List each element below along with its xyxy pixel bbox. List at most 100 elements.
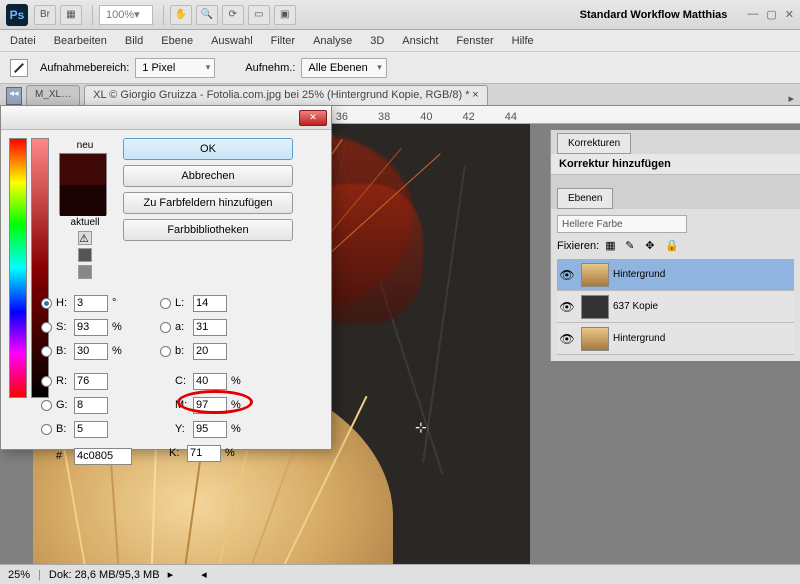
zoom-level[interactable]: 25% xyxy=(8,569,30,581)
sample-layers-label: Aufnehm.: xyxy=(245,62,295,74)
br-input[interactable] xyxy=(74,343,108,360)
minibridge-button[interactable]: ▦ xyxy=(60,5,82,25)
tab-layers[interactable]: Ebenen xyxy=(557,188,613,209)
rotate-view-button[interactable]: ⟳ xyxy=(222,5,244,25)
document-tab-2[interactable]: XL © Giorgio Gruizza - Fotolia.com.jpg b… xyxy=(84,85,488,105)
radio-s[interactable] xyxy=(41,322,52,333)
tab-close-icon[interactable]: × xyxy=(472,89,478,101)
add-swatch-button[interactable]: Zu Farbfeldern hinzufügen xyxy=(123,192,293,214)
hex-label: # xyxy=(56,450,74,462)
sample-size-label: Aufnahmebereich: xyxy=(40,62,129,74)
layers-panel: Fixieren: ▦ ✎ ✥ 🔒 👁 Hintergrund 👁 637 Ko… xyxy=(551,209,800,361)
visibility-icon[interactable]: 👁 xyxy=(557,300,577,314)
options-bar: Aufnahmebereich: 1 Pixel Aufnehm.: Alle … xyxy=(0,52,800,84)
visibility-icon[interactable]: 👁 xyxy=(557,332,577,346)
menu-help[interactable]: Hilfe xyxy=(512,35,534,47)
b-rgb-input[interactable] xyxy=(74,421,108,438)
layer-thumbnail[interactable] xyxy=(581,295,609,319)
layer-row-1[interactable]: 👁 Hintergrund xyxy=(557,259,794,291)
current-color-swatch xyxy=(60,185,106,216)
menu-edit[interactable]: Bearbeiten xyxy=(54,35,107,47)
radio-l[interactable] xyxy=(160,298,171,309)
lock-pixels-icon[interactable]: ✎ xyxy=(625,239,639,253)
blend-mode-dropdown[interactable] xyxy=(557,215,687,233)
hex-input[interactable] xyxy=(74,448,132,465)
eyedropper-icon[interactable] xyxy=(10,59,28,77)
status-menu-icon[interactable]: ▸ xyxy=(168,568,174,581)
lock-transparent-icon[interactable]: ▦ xyxy=(605,239,619,253)
layer-row-3[interactable]: 👁 Hintergrund xyxy=(557,323,794,355)
cube-icon[interactable] xyxy=(78,248,92,262)
layer-row-2[interactable]: 👁 637 Kopie xyxy=(557,291,794,323)
menu-file[interactable]: Datei xyxy=(10,35,36,47)
menu-bar: Datei Bearbeiten Bild Ebene Auswahl Filt… xyxy=(0,30,800,52)
layer-thumbnail[interactable] xyxy=(581,327,609,351)
lock-label: Fixieren: xyxy=(557,240,599,252)
g-input[interactable] xyxy=(74,397,108,414)
radio-r[interactable] xyxy=(41,376,52,387)
y-input[interactable] xyxy=(193,421,227,438)
menu-select[interactable]: Auswahl xyxy=(211,35,253,47)
warning-icon[interactable]: ⚠ xyxy=(78,231,92,245)
radio-g[interactable] xyxy=(41,400,52,411)
menu-3d[interactable]: 3D xyxy=(370,35,384,47)
cancel-button[interactable]: Abbrechen xyxy=(123,165,293,187)
adjustments-title: Korrektur hinzufügen xyxy=(551,154,800,175)
status-bar: 25% | Dok: 28,6 MB/95,3 MB ▸ ◂ xyxy=(0,564,800,584)
right-panels: Korrekturen Korrektur hinzufügen Ebenen … xyxy=(550,130,800,361)
workspace-title[interactable]: Standard Workflow Matthias xyxy=(580,9,728,21)
document-size[interactable]: Dok: 28,6 MB/95,3 MB xyxy=(49,569,160,581)
s-input[interactable] xyxy=(74,319,108,336)
menu-window[interactable]: Fenster xyxy=(456,35,493,47)
radio-b-lab[interactable] xyxy=(160,346,171,357)
a-input[interactable] xyxy=(193,319,227,336)
menu-view[interactable]: Ansicht xyxy=(402,35,438,47)
radio-br[interactable] xyxy=(41,346,52,357)
menu-analysis[interactable]: Analyse xyxy=(313,35,352,47)
menu-layer[interactable]: Ebene xyxy=(161,35,193,47)
zoom-selector[interactable]: 100% ▾ xyxy=(99,5,153,25)
current-color-label: aktuell xyxy=(59,217,111,228)
layer-thumbnail[interactable] xyxy=(581,263,609,287)
sample-size-dropdown[interactable]: 1 Pixel xyxy=(135,58,215,78)
b-lab-input[interactable] xyxy=(193,343,227,360)
h-input[interactable] xyxy=(74,295,108,312)
l-input[interactable] xyxy=(193,295,227,312)
photoshop-icon: Ps xyxy=(6,4,28,26)
zoom-tool-button[interactable]: 🔍 xyxy=(196,5,218,25)
hand-tool-button[interactable]: ✋ xyxy=(170,5,192,25)
bridge-button[interactable]: Br xyxy=(34,5,56,25)
radio-h[interactable] xyxy=(41,298,52,309)
menu-filter[interactable]: Filter xyxy=(271,35,295,47)
color-swatch[interactable] xyxy=(59,153,107,215)
maximize-icon[interactable]: ▢ xyxy=(766,8,776,21)
hue-slider[interactable] xyxy=(9,138,27,398)
scroll-left-icon[interactable]: ◂ xyxy=(201,568,207,581)
c-input[interactable] xyxy=(193,373,227,390)
document-tabs: ◂◂ M_XL… XL © Giorgio Gruizza - Fotolia.… xyxy=(0,84,800,106)
minimize-icon[interactable]: — xyxy=(747,8,758,21)
sample-layers-dropdown[interactable]: Alle Ebenen xyxy=(301,58,386,78)
visibility-icon[interactable]: 👁 xyxy=(557,268,577,282)
lock-all-icon[interactable]: 🔒 xyxy=(665,239,679,253)
lock-position-icon[interactable]: ✥ xyxy=(645,239,659,253)
panel-collapse-icon[interactable]: ◂◂ xyxy=(6,87,22,105)
dialog-close-button[interactable]: ✕ xyxy=(299,110,327,126)
document-tab-1[interactable]: M_XL… xyxy=(26,85,80,105)
radio-a[interactable] xyxy=(160,322,171,333)
r-input[interactable] xyxy=(74,373,108,390)
ok-button[interactable]: OK xyxy=(123,138,293,160)
tab-adjustments[interactable]: Korrekturen xyxy=(557,133,631,154)
color-libraries-button[interactable]: Farbbibliotheken xyxy=(123,219,293,241)
screen-mode-button[interactable]: ▣ xyxy=(274,5,296,25)
dialog-titlebar[interactable]: ✕ xyxy=(1,106,331,130)
k-input[interactable] xyxy=(187,445,221,462)
close-icon[interactable]: ✕ xyxy=(785,8,794,21)
m-input[interactable] xyxy=(193,397,227,414)
websafe-icon[interactable] xyxy=(78,265,92,279)
arrange-button[interactable]: ▭ xyxy=(248,5,270,25)
app-titlebar: Ps Br ▦ 100% ▾ ✋ 🔍 ⟳ ▭ ▣ Standard Workfl… xyxy=(0,0,800,30)
menu-image[interactable]: Bild xyxy=(125,35,143,47)
tab-overflow-icon[interactable]: ▸ xyxy=(788,92,794,105)
radio-b-rgb[interactable] xyxy=(41,424,52,435)
